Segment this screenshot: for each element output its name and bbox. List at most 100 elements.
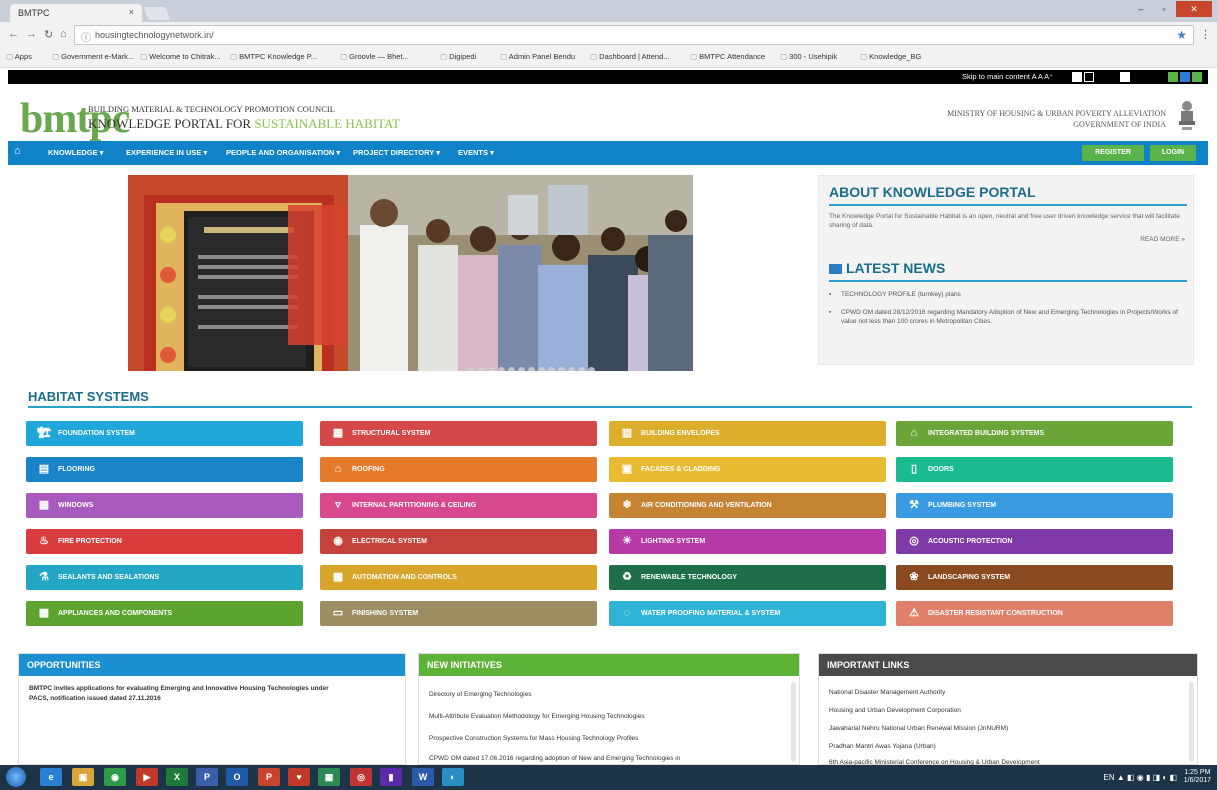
important-link[interactable]: Jawaharlal Nehru National Urban Renewal … (829, 724, 1008, 733)
taskbar-app-icon[interactable]: ◎ (350, 768, 372, 786)
system-tray[interactable]: EN ▲ ◧ ◉ ▮ ◨ ◐ ◧ (1104, 773, 1177, 782)
close-window-icon[interactable]: ✕ (1176, 1, 1212, 17)
slider-dot[interactable] (538, 367, 545, 371)
bookmark-item[interactable]: BMTPC Knowledge P... (230, 52, 317, 61)
news-item[interactable]: TECHNOLOGY PROFILE (turnkey) plans (829, 290, 1189, 299)
initiatives-scrollbar[interactable] (791, 682, 796, 762)
bookmark-item[interactable]: Welcome to Chitrak... (140, 52, 221, 61)
bookmark-item[interactable]: Apps (6, 52, 32, 61)
taskbar-app-icon[interactable]: ▶ (136, 768, 158, 786)
links-scrollbar[interactable] (1189, 682, 1194, 762)
taskbar-app-icon[interactable]: ▦ (318, 768, 340, 786)
nav-events[interactable]: EVENTS ▾ (458, 148, 494, 157)
bookmark-item[interactable]: BMTPC Attendance (690, 52, 765, 61)
news-item[interactable]: CPWD OM dated 28/12/2016 regarding Manda… (829, 308, 1189, 326)
habitat-tile[interactable]: ◎ ACOUSTIC PROTECTION (896, 529, 1173, 554)
contrast-black-button[interactable] (1084, 72, 1094, 82)
contrast-white-button[interactable] (1072, 72, 1082, 82)
slider-dot[interactable] (508, 367, 515, 371)
slider-dot[interactable] (548, 367, 555, 371)
habitat-tile[interactable]: ⌂ INTEGRATED BUILDING SYSTEMS (896, 421, 1173, 446)
habitat-tile[interactable]: ☀ LIGHTING SYSTEM (609, 529, 886, 554)
habitat-tile[interactable]: ▦ AUTOMATION AND CONTROLS (320, 565, 597, 590)
slider-dot[interactable] (588, 367, 595, 371)
taskbar-app-icon[interactable]: W (412, 768, 434, 786)
taskbar-app-icon[interactable]: ▮ (380, 768, 402, 786)
habitat-tile[interactable]: ▿ INTERNAL PARTITIONING & CEILING (320, 493, 597, 518)
taskbar-app-icon[interactable]: X (166, 768, 188, 786)
bookmark-item[interactable]: Government e-Mark... (52, 52, 134, 61)
habitat-tile[interactable]: ♨ FIRE PROTECTION (26, 529, 303, 554)
home-icon[interactable]: ⌂ (14, 145, 21, 157)
browser-tab[interactable]: BMTPC × (10, 4, 142, 22)
important-link[interactable]: National Disaster Management Authority (829, 688, 945, 697)
important-link[interactable]: Housing and Urban Development Corporatio… (829, 706, 961, 715)
initiative-item[interactable]: Multi-Attribute Evaluation Methodology f… (429, 712, 645, 721)
slider-dot[interactable] (488, 367, 495, 371)
opportunity-item[interactable]: BMTPC invites applications for evaluatin… (29, 684, 329, 693)
browser-menu-icon[interactable]: ⋮ (1200, 28, 1211, 41)
bookmark-star-icon[interactable]: ★ (1176, 28, 1187, 42)
slider-dot[interactable] (568, 367, 575, 371)
habitat-tile[interactable]: ▭ FINISHING SYSTEM (320, 601, 597, 626)
habitat-tile[interactable]: ❄ AIR CONDITIONING AND VENTILATION (609, 493, 886, 518)
nav-project-directory[interactable]: PROJECT DIRECTORY ▾ (353, 148, 440, 157)
taskbar-app-icon[interactable]: P (196, 768, 218, 786)
habitat-tile[interactable]: 🏗 FOUNDATION SYSTEM (26, 421, 303, 446)
slider-dot[interactable] (558, 367, 565, 371)
nav-experience-in-use[interactable]: EXPERIENCE IN USE ▾ (126, 148, 207, 157)
theme-alt-button[interactable] (1192, 72, 1202, 82)
initiative-item[interactable]: Prospective Construction Systems for Mas… (429, 734, 638, 743)
slider-dot[interactable] (528, 367, 535, 371)
taskbar-app-icon[interactable]: ◐ (442, 768, 464, 786)
slider-dot[interactable] (468, 367, 475, 371)
initiative-item[interactable]: CPWD OM dated 17.06.2016 regarding adopt… (429, 754, 680, 763)
habitat-tile[interactable]: ▥ BUILDING ENVELOPES (609, 421, 886, 446)
habitat-tile[interactable]: ▦ STRUCTURAL SYSTEM (320, 421, 597, 446)
bookmark-item[interactable]: 300 - Usehipik (780, 52, 837, 61)
minimize-icon[interactable]: – (1130, 1, 1152, 17)
slider-dot[interactable] (498, 367, 505, 371)
opportunity-item[interactable]: PACS, notification issued dated 27.11.20… (29, 694, 161, 703)
taskbar-app-icon[interactable]: ▣ (72, 768, 94, 786)
bookmark-item[interactable]: Groovle — Bhet... (340, 52, 409, 61)
home-icon[interactable]: ⌂ (60, 28, 67, 40)
maximize-icon[interactable]: ▫ (1153, 1, 1175, 17)
habitat-tile[interactable]: ▣ FACADES & CLADDING (609, 457, 886, 482)
bookmark-item[interactable]: Knowledge_BG (860, 52, 921, 61)
habitat-tile[interactable]: ▩ APPLIANCES AND COMPONENTS (26, 601, 303, 626)
habitat-tile[interactable]: ◌ WATER PROOFING MATERIAL & SYSTEM (609, 601, 886, 626)
page-info-icon[interactable]: ⓘ (81, 29, 91, 44)
slider-dot[interactable] (518, 367, 525, 371)
habitat-tile[interactable]: ⚒ PLUMBING SYSTEM (896, 493, 1173, 518)
habitat-tile[interactable]: ▤ FLOORING (26, 457, 303, 482)
register-button[interactable]: REGISTER (1082, 145, 1144, 161)
habitat-tile[interactable]: ❀ LANDSCAPING SYSTEM (896, 565, 1173, 590)
bookmark-item[interactable]: Admin Panel Bendu (500, 52, 575, 61)
habitat-tile[interactable]: ◉ ELECTRICAL SYSTEM (320, 529, 597, 554)
theme-blue-button[interactable] (1180, 72, 1190, 82)
system-clock[interactable]: 1:25 PM 1/6/2017 (1184, 769, 1211, 785)
reload-icon[interactable]: ↻ (44, 28, 53, 41)
tab-close-icon[interactable]: × (129, 7, 134, 17)
start-button[interactable] (6, 767, 26, 787)
taskbar-app-icon[interactable]: e (40, 768, 62, 786)
habitat-tile[interactable]: ▯ DOORS (896, 457, 1173, 482)
slider-dot[interactable] (578, 367, 585, 371)
theme-green-button[interactable] (1168, 72, 1178, 82)
new-tab-button[interactable] (143, 7, 171, 20)
nav-people-and-organisation[interactable]: PEOPLE AND ORGANISATION ▾ (226, 148, 340, 157)
slider-dot[interactable] (478, 367, 485, 371)
habitat-tile[interactable]: ⌂ ROOFING (320, 457, 597, 482)
nav-knowledge[interactable]: KNOWLEDGE ▾ (48, 148, 103, 157)
banner-slider[interactable] (128, 175, 693, 371)
initiative-item[interactable]: Directory of Emerging Technologies (429, 690, 532, 699)
taskbar-app-icon[interactable]: P (258, 768, 280, 786)
bookmark-item[interactable]: Dashboard | Attend... (590, 52, 669, 61)
taskbar-app-icon[interactable]: ♥ (288, 768, 310, 786)
read-more-link[interactable]: READ MORE » (1140, 236, 1185, 243)
sitemap-icon[interactable] (1120, 72, 1130, 82)
address-bar[interactable]: ⓘ housingtechnologynetwork.in/ ★ (74, 25, 1194, 45)
important-link[interactable]: Pradhan Mantri Awas Yojana (Urban) (829, 742, 936, 751)
habitat-tile[interactable]: ▦ WINDOWS (26, 493, 303, 518)
